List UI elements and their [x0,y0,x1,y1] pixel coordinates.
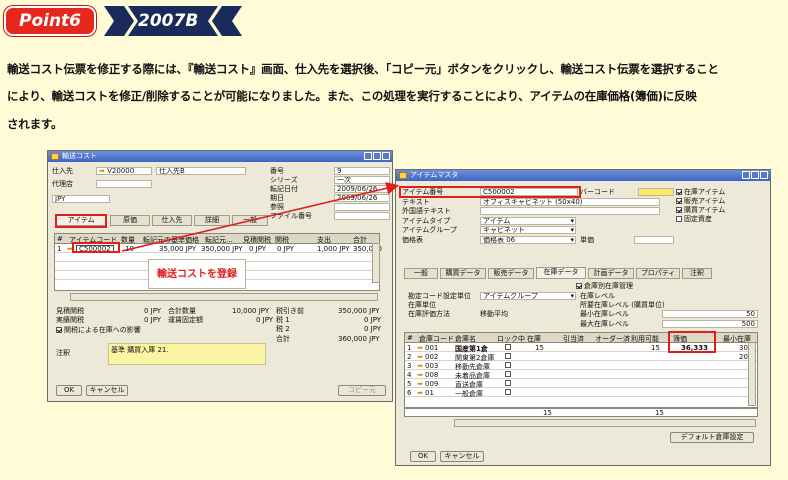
connector-arrow-icon [121,181,400,252]
